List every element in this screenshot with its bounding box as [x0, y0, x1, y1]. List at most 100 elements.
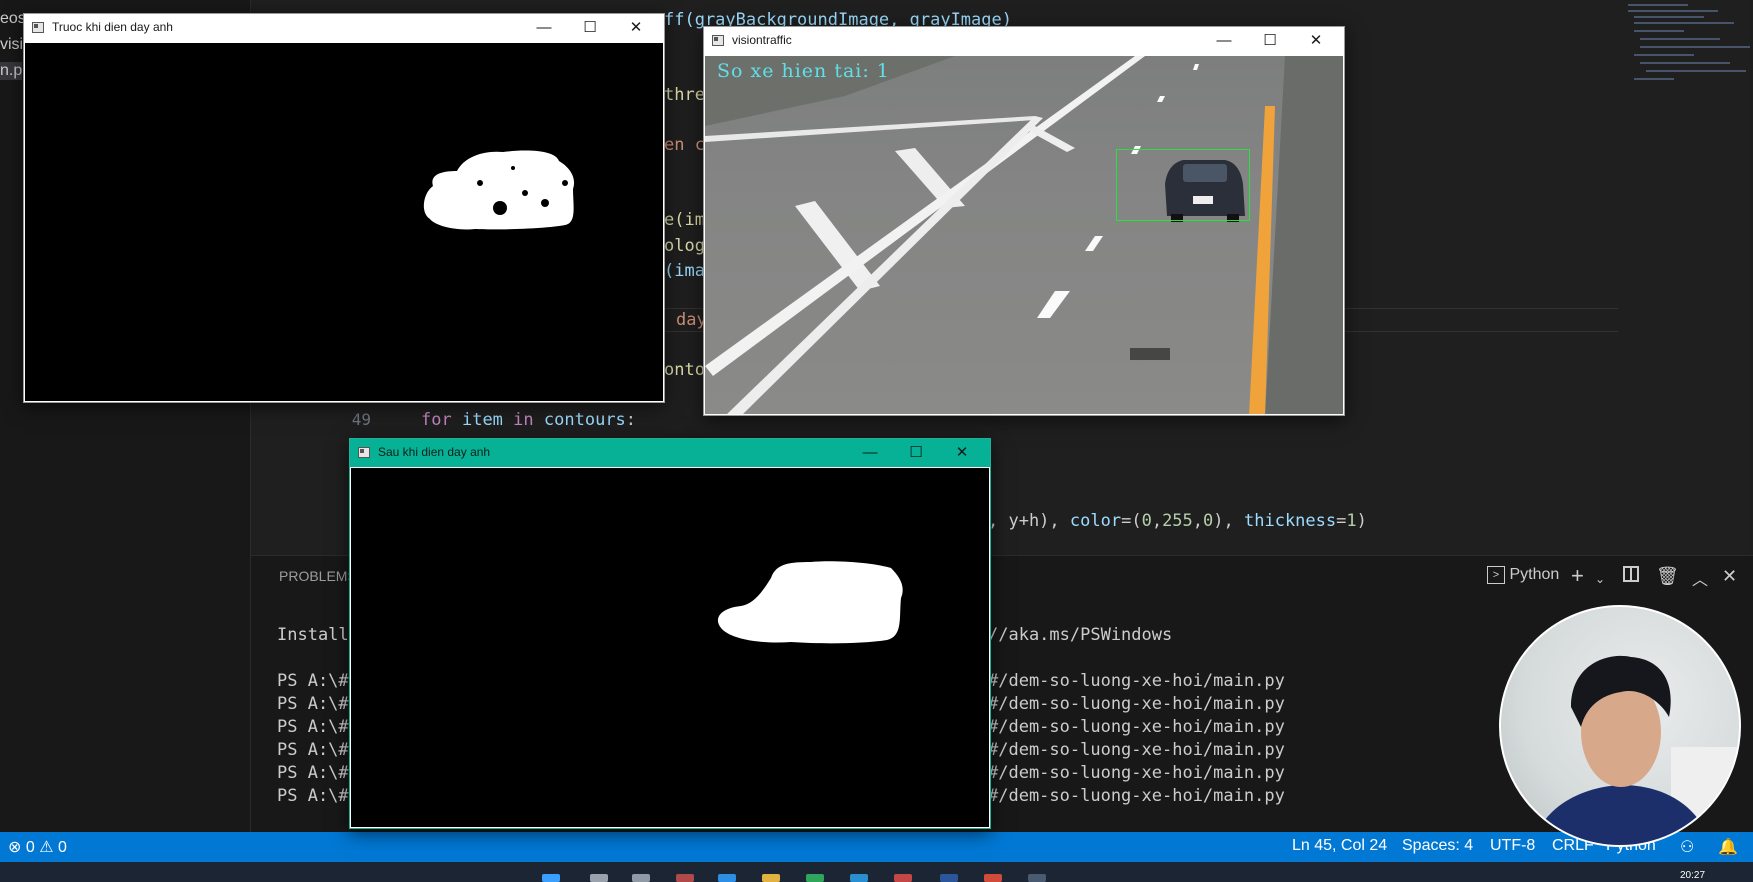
window-app-icon	[358, 447, 370, 458]
window-before-fill[interactable]: Truoc khi dien day anh — ☐ ✕	[23, 13, 665, 403]
punctuation: =(	[1121, 511, 1142, 531]
variable: item	[461, 410, 503, 430]
trash-icon[interactable]: 🗑	[1656, 566, 1679, 587]
terminal-shell-selector[interactable]: > Python	[1487, 566, 1559, 584]
webcam-overlay	[1499, 605, 1741, 847]
tab-problems[interactable]: PROBLEMS	[279, 568, 357, 584]
window-title: Truoc khi dien day anh	[52, 20, 173, 34]
opencv-window-icon[interactable]	[1028, 874, 1046, 882]
close-button[interactable]: ✕	[614, 16, 658, 40]
browser-icon[interactable]	[806, 874, 824, 882]
minimize-button[interactable]: —	[522, 16, 566, 40]
mask-blob	[423, 150, 575, 230]
mask-blob	[717, 561, 903, 644]
line-number: 49	[351, 410, 371, 429]
taskbar-clock: 20:27	[1680, 870, 1706, 881]
taskview-icon[interactable]	[632, 874, 650, 882]
problems-status[interactable]: ⊗ 0 ⚠ 0	[8, 837, 67, 857]
new-terminal-plus-icon[interactable]: +	[1571, 563, 1584, 589]
maximize-button[interactable]: ☐	[894, 441, 938, 465]
terminal-line: PS A:\#	[277, 786, 349, 806]
bell-icon[interactable]: 🔔	[1718, 837, 1738, 857]
code-fragment: thre	[664, 85, 705, 105]
window-vision-traffic[interactable]: visiontraffic — ☐ ✕ So xe hien tai: 1	[703, 26, 1345, 416]
window-after-fill[interactable]: Sau khi dien day anh — ☐ ✕	[349, 438, 991, 829]
start-icon[interactable]	[542, 874, 560, 882]
terminal-line: PS A:\#	[277, 694, 349, 714]
terminal-shell-label: Python	[1509, 566, 1560, 584]
code-line-53: , y+h), color=(0,255,0), thickness=1)	[988, 511, 1367, 531]
code-fragment: , y+h),	[988, 511, 1070, 531]
number: 1	[1346, 511, 1357, 531]
binary-mask-image	[25, 43, 663, 401]
keyword: in	[513, 410, 534, 430]
close-button[interactable]: ✕	[940, 441, 984, 465]
split-terminal-icon[interactable]	[1623, 566, 1639, 587]
road-scene: So xe hien tai: 1	[705, 56, 1343, 414]
minimize-button[interactable]: —	[848, 441, 892, 465]
app-icon[interactable]	[676, 874, 694, 882]
minimap[interactable]	[1620, 0, 1750, 555]
maximize-button[interactable]: ☐	[1248, 29, 1292, 53]
word-icon[interactable]	[940, 874, 958, 882]
search-icon[interactable]	[590, 874, 608, 882]
param: thickness	[1244, 511, 1337, 531]
number: 0	[1141, 511, 1152, 531]
terminal-line: #/dem-so-luong-xe-hoi/main.py	[988, 717, 1285, 737]
encoding-status[interactable]: UTF-8	[1490, 837, 1535, 855]
vehicle-bounding-box	[1116, 149, 1250, 221]
code-fragment: (ima	[664, 261, 705, 281]
chrome-profile-icon[interactable]	[984, 874, 1002, 882]
edge-icon[interactable]	[850, 874, 868, 882]
road-markings	[705, 56, 1343, 414]
filled-mask-image	[351, 468, 989, 827]
terminal-line: PS A:\#	[277, 671, 349, 691]
close-panel-icon[interactable]: ✕	[1722, 566, 1737, 587]
param: color	[1069, 511, 1122, 531]
file-explorer-icon[interactable]	[762, 874, 780, 882]
indentation-status[interactable]: Spaces: 4	[1402, 837, 1473, 855]
window-titlebar[interactable]: Truoc khi dien day anh — ☐ ✕	[24, 14, 664, 42]
vehicle-count-overlay: So xe hien tai: 1	[717, 60, 890, 82]
punctuation: :	[625, 410, 637, 430]
variable: contours	[543, 410, 626, 430]
code-line: (ima	[664, 261, 705, 281]
explorer-item[interactable]: eos	[0, 10, 26, 28]
window-title: Sau khi dien day anh	[378, 445, 491, 459]
terminal-icon: >	[1487, 566, 1505, 584]
window-app-icon	[32, 22, 44, 33]
traffic-video-frame: So xe hien tai: 1	[705, 56, 1343, 414]
minimize-button[interactable]: —	[1202, 29, 1246, 53]
chrome-icon[interactable]	[894, 874, 912, 882]
terminal-line: #/dem-so-luong-xe-hoi/main.py	[988, 763, 1285, 783]
code-fragment: en c	[664, 135, 705, 155]
terminal-line: PS A:\#	[277, 717, 349, 737]
chevron-down-icon[interactable]: ⌄	[1595, 572, 1605, 586]
accounts-icon[interactable]: ⚇	[1680, 837, 1694, 857]
terminal-line: //aka.ms/PSWindows	[988, 625, 1173, 645]
window-titlebar[interactable]: visiontraffic — ☐ ✕	[704, 27, 1344, 55]
window-app-icon	[712, 35, 724, 46]
code-line: olog	[664, 236, 705, 256]
maximize-button[interactable]: ☐	[568, 16, 612, 40]
code-line: e(im	[664, 210, 705, 230]
explorer-item-selected[interactable]: n.p	[0, 62, 23, 80]
terminal-line: PS A:\#	[277, 740, 349, 760]
window-titlebar[interactable]: Sau khi dien day anh — ☐ ✕	[350, 439, 990, 467]
cursor-position[interactable]: Ln 45, Col 24	[1292, 837, 1387, 855]
webcam-person	[1532, 655, 1739, 845]
code-fragment: olog	[664, 236, 705, 256]
punctuation: =	[1336, 511, 1347, 531]
close-button[interactable]: ✕	[1294, 29, 1338, 53]
terminal-line: Install	[277, 625, 349, 645]
status-bar: ⊗ 0 ⚠ 0 Ln 45, Col 24 Spaces: 4 UTF-8 CR…	[0, 832, 1753, 862]
number: 255	[1162, 511, 1193, 531]
chevron-up-icon[interactable]: ︿	[1692, 566, 1708, 590]
punctuation: )	[1356, 511, 1367, 531]
code-line: en c	[664, 135, 705, 155]
code-line: thre	[664, 85, 705, 105]
vscode-icon[interactable]	[718, 874, 736, 882]
window-title: visiontraffic	[732, 33, 792, 47]
terminal-line: #/dem-so-luong-xe-hoi/main.py	[988, 671, 1285, 691]
taskbar	[0, 862, 1753, 882]
